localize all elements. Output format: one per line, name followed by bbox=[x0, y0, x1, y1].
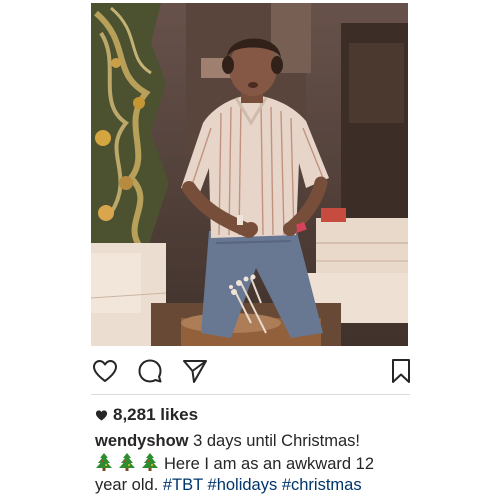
caption-text-3: year old. bbox=[95, 476, 163, 494]
instagram-post: 8,281 likes wendyshow 3 days until Chris… bbox=[0, 0, 500, 500]
caption-username[interactable]: wendyshow bbox=[95, 432, 189, 450]
hashtag-link[interactable]: #TBT bbox=[163, 476, 203, 494]
hashtag-link[interactable]: #holidays bbox=[208, 476, 278, 494]
caption-line-3: year old. #TBT #holidays #christmas bbox=[95, 475, 405, 496]
bookmark-icon[interactable] bbox=[387, 357, 415, 385]
post-photo[interactable] bbox=[91, 3, 408, 346]
caption-line-1: wendyshow 3 days until Christmas! bbox=[95, 431, 405, 452]
vintage-photo-illustration bbox=[91, 3, 408, 346]
christmas-tree-icon bbox=[118, 452, 136, 472]
heart-outline-icon[interactable] bbox=[91, 357, 119, 385]
heart-filled-icon bbox=[95, 409, 108, 422]
post-action-bar bbox=[91, 357, 410, 385]
likes-count-text: 8,281 likes bbox=[113, 405, 199, 424]
christmas-tree-icon bbox=[141, 452, 159, 472]
paper-plane-icon[interactable] bbox=[181, 357, 209, 385]
likes-count[interactable]: 8,281 likes bbox=[95, 405, 198, 425]
christmas-tree-icon bbox=[95, 452, 113, 472]
caption-line-2: Here I am as an awkward 12 bbox=[95, 452, 405, 475]
post-caption: wendyshow 3 days until Christmas! Here I… bbox=[95, 431, 405, 496]
caption-text-1: 3 days until Christmas! bbox=[188, 432, 360, 450]
section-divider bbox=[91, 394, 410, 395]
caption-text-2: Here I am as an awkward 12 bbox=[164, 455, 375, 473]
comment-bubble-icon[interactable] bbox=[136, 357, 164, 385]
hashtag-link[interactable]: #christmas bbox=[282, 476, 362, 494]
